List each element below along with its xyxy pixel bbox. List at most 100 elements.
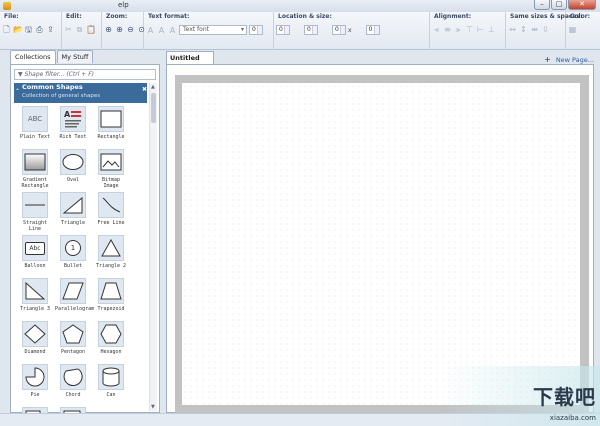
same-vspace-icon[interactable]: ⇳	[541, 25, 550, 34]
shape-label: Bullet	[63, 263, 83, 269]
text-color-icon[interactable]: A	[146, 26, 155, 35]
shape-pie[interactable]: Pie	[17, 364, 53, 398]
shape-free-line[interactable]: Free Line	[93, 192, 129, 226]
triangle-3-icon	[25, 282, 46, 300]
shape-hexagon[interactable]: Hexagon	[93, 321, 129, 355]
shape-parallelogram[interactable]: Parallelogram	[55, 278, 95, 312]
document-area: Untitled Page + New Page...	[162, 50, 600, 415]
font-size-stepper[interactable]: 0	[249, 25, 263, 35]
title-bar: elp – □ ✕	[0, 0, 600, 12]
shape-balloon[interactable]: Abc Balloon	[17, 235, 53, 269]
font-select[interactable]: Text font	[179, 25, 247, 35]
shape-triangle-3[interactable]: Triangle 3	[17, 278, 53, 312]
same-sizes-group: Same sizes & spaces: ↔ ↕ ⇹ ⇳	[506, 12, 582, 50]
rectangle-icon	[100, 110, 122, 128]
shapes-panel-body: ▼ Shape filter... (Ctrl + F) ⌃ Common Sh…	[10, 64, 160, 419]
app-icon	[3, 2, 11, 10]
shape-filter-input[interactable]: ▼ Shape filter... (Ctrl + F)	[14, 69, 156, 80]
zoom-out-icon[interactable]: ⊖	[126, 25, 135, 34]
same-height-icon[interactable]: ↕	[519, 25, 528, 34]
zoom-in-icon[interactable]: ⊕	[115, 25, 124, 34]
align-left-icon[interactable]: ⫷	[432, 25, 441, 34]
paste-icon[interactable]: 📋	[86, 25, 96, 34]
shape-plain-text[interactable]: ABC Plain Text	[17, 106, 53, 140]
shape-chord[interactable]: Chord	[55, 364, 91, 398]
scroll-down-icon[interactable]: ▼	[151, 404, 155, 410]
shape-label: Parallelogram	[55, 306, 95, 312]
same-width-icon[interactable]: ↔	[508, 25, 517, 34]
scroll-up-icon[interactable]: ▲	[151, 84, 155, 90]
close-button[interactable]: ✕	[568, 0, 596, 10]
align-top-icon[interactable]: ⊤	[465, 25, 474, 34]
shape-label: Pentagon	[60, 349, 86, 355]
shape-label: Free Line	[97, 220, 125, 226]
new-page-button[interactable]: + New Page...	[544, 55, 594, 64]
location-y-stepper[interactable]: 0	[304, 25, 318, 35]
shapes-scrollbar[interactable]: ▲ ▼	[149, 83, 157, 411]
drawing-page[interactable]	[182, 83, 580, 405]
shape-oval[interactable]: Oval	[55, 149, 91, 183]
straight-line-icon	[25, 204, 45, 206]
category-header[interactable]: ⌃ Common Shapes Collection of general sh…	[14, 83, 147, 103]
location-size-group: Location & size: 0 0 0 x 0	[274, 12, 430, 50]
zoom-fit-icon[interactable]: ⊕	[104, 25, 113, 34]
category-close-icon[interactable]: ✖	[141, 86, 147, 93]
panel-tabs: Collections My Stuff	[10, 50, 94, 64]
shape-label: Rich Text	[59, 134, 87, 140]
edit-group: Edit: ✂ ⧉ 📋	[62, 12, 102, 50]
height-stepper[interactable]: 0	[365, 25, 380, 35]
shape-label: Straight Line	[22, 220, 48, 232]
align-right-icon[interactable]: ⫸	[454, 25, 463, 34]
file-group-label: File:	[4, 13, 19, 20]
gradient-rectangle-icon	[24, 153, 46, 171]
bullet-icon: 1	[65, 240, 81, 256]
copy-icon[interactable]: ⧉	[75, 25, 84, 34]
triangle-2-icon	[101, 239, 121, 257]
shape-rich-text[interactable]: A Rich Text	[55, 106, 91, 140]
watermark-site: xiazaiba.com	[549, 414, 596, 422]
fill-color-icon[interactable]: ▦	[568, 25, 577, 34]
cut-icon[interactable]: ✂	[64, 25, 73, 34]
open-folder-icon[interactable]: 📂	[13, 25, 23, 34]
width-stepper[interactable]: 0	[332, 25, 346, 35]
shape-gradient-rectangle[interactable]: Gradient Rectangle	[17, 149, 53, 189]
size-separator: x	[348, 26, 352, 34]
align-middle-icon[interactable]: ⊢	[476, 25, 485, 34]
edit-group-label: Edit:	[66, 13, 82, 20]
export-icon[interactable]: ⇪	[46, 25, 55, 34]
print-icon[interactable]: ⎙	[35, 25, 44, 34]
font-smaller-icon[interactable]: A	[168, 26, 177, 35]
shape-triangle-2[interactable]: Triangle 2	[93, 235, 129, 269]
shape-bitmap-image[interactable]: Bitmap Image	[93, 149, 129, 189]
font-larger-icon[interactable]: A	[157, 26, 166, 35]
tab-untitled-page[interactable]: Untitled Page	[166, 51, 214, 74]
tab-collections[interactable]: Collections	[10, 50, 56, 64]
shape-label: Hexagon	[100, 349, 122, 355]
alignment-group: Alignment: ⫷ ≡ ⫸ ⊤ ⊢ ⊥	[430, 12, 506, 50]
trapezoid-icon	[100, 282, 122, 300]
oval-icon	[62, 154, 84, 170]
shapes-panel: Collections My Stuff ▼ Shape filter... (…	[10, 50, 160, 419]
shape-diamond[interactable]: Diamond	[17, 321, 53, 355]
align-center-icon[interactable]: ≡	[443, 25, 452, 34]
shape-rectangle[interactable]: Rectangle	[93, 106, 129, 140]
diamond-icon	[24, 324, 46, 344]
shape-trapezoid[interactable]: Trapezoid	[93, 278, 129, 312]
minimize-button[interactable]: –	[534, 0, 550, 10]
new-file-icon[interactable]: 🗋	[2, 25, 11, 34]
shape-can[interactable]: Can	[93, 364, 129, 398]
scroll-thumb[interactable]	[151, 93, 156, 123]
shape-bullet[interactable]: 1 Bullet	[55, 235, 91, 269]
location-size-label: Location & size:	[278, 13, 332, 20]
maximize-button[interactable]: □	[551, 0, 567, 10]
shape-pentagon[interactable]: Pentagon	[55, 321, 91, 355]
window-controls: – □ ✕	[534, 0, 596, 10]
tab-my-stuff[interactable]: My Stuff	[56, 50, 94, 63]
same-hspace-icon[interactable]: ⇹	[530, 25, 539, 34]
location-x-stepper[interactable]: 0	[276, 25, 290, 35]
save-icon[interactable]: 🖫	[24, 25, 33, 34]
shape-straight-line[interactable]: Straight Line	[17, 192, 53, 232]
shape-triangle[interactable]: Triangle	[55, 192, 91, 226]
align-bottom-icon[interactable]: ⊥	[487, 25, 496, 34]
shape-label: Oval	[66, 177, 80, 183]
